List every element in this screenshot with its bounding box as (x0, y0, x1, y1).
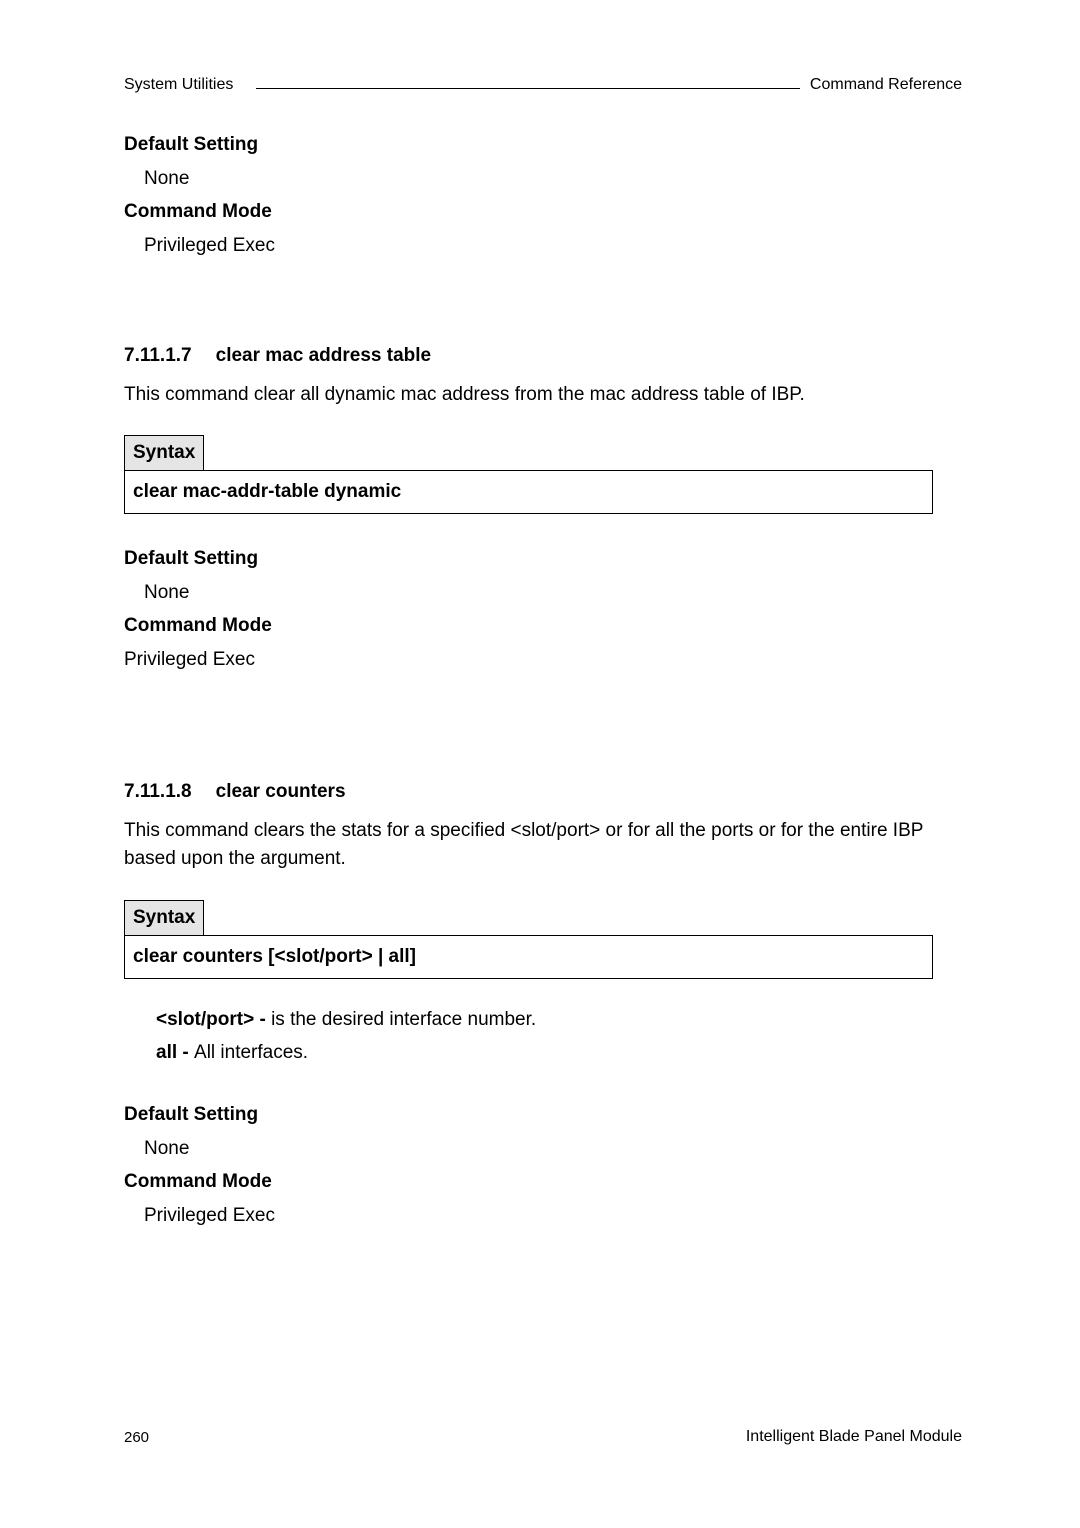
default-setting-label: Default Setting (124, 546, 962, 572)
parameter-label: all - (156, 1042, 194, 1063)
command-mode-value: Privileged Exec (124, 647, 962, 673)
command-mode-value: Privileged Exec (144, 233, 962, 259)
section-heading: 7.11.1.7 clear mac address table (124, 345, 962, 367)
syntax-tab: Syntax (124, 435, 204, 470)
section-number: 7.11.1.8 (124, 781, 192, 803)
product-name: Intelligent Blade Panel Module (746, 1428, 962, 1446)
command-mode-label: Command Mode (124, 1169, 962, 1195)
parameter-label: <slot/port> - (156, 1009, 271, 1030)
default-setting-value: None (144, 580, 962, 606)
parameter-line: all - All interfaces. (156, 1040, 962, 1066)
parameter-value: is the desired interface number. (271, 1009, 536, 1030)
section-title: clear counters (216, 781, 346, 803)
command-mode-label: Command Mode (124, 199, 962, 225)
section-description: This command clear all dynamic mac addre… (124, 381, 962, 410)
default-setting-label: Default Setting (124, 1102, 962, 1128)
running-header: System Utilities Command Reference (124, 76, 962, 94)
command-mode-label: Command Mode (124, 613, 962, 639)
section-title: clear mac address table (216, 345, 431, 367)
syntax-block: Syntax clear counters [<slot/port> | all… (124, 900, 933, 979)
parameter-value: All interfaces. (194, 1042, 308, 1063)
page-footer: 260 Intelligent Blade Panel Module (124, 1428, 962, 1446)
syntax-body: clear counters [<slot/port> | all] (124, 935, 933, 979)
syntax-block: Syntax clear mac-addr-table dynamic (124, 435, 933, 514)
default-setting-label: Default Setting (124, 132, 962, 158)
command-mode-value: Privileged Exec (144, 1203, 962, 1229)
header-left: System Utilities (124, 76, 233, 94)
section-number: 7.11.1.7 (124, 345, 192, 367)
header-rule (256, 88, 800, 89)
page-number: 260 (124, 1429, 149, 1446)
syntax-body: clear mac-addr-table dynamic (124, 470, 933, 514)
syntax-tab: Syntax (124, 900, 204, 935)
header-right: Command Reference (810, 76, 962, 94)
section-description: This command clears the stats for a spec… (124, 817, 962, 874)
default-setting-value: None (144, 1136, 962, 1162)
parameter-line: <slot/port> - is the desired interface n… (156, 1007, 962, 1033)
default-setting-value: None (144, 166, 962, 192)
section-heading: 7.11.1.8 clear counters (124, 781, 962, 803)
